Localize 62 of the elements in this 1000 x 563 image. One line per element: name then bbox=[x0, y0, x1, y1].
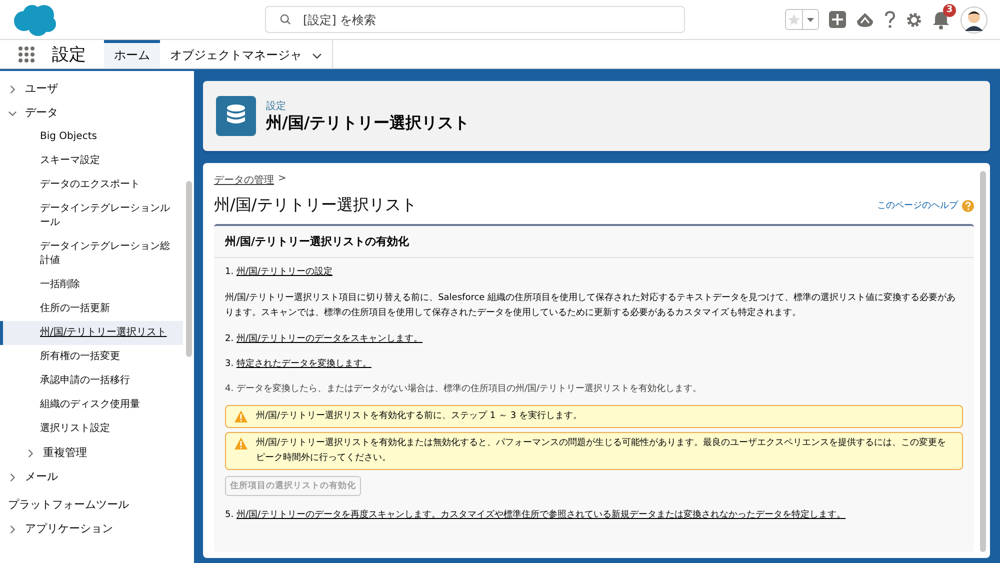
chevron-icon[interactable] bbox=[8, 108, 17, 118]
warning-icon bbox=[234, 410, 248, 423]
content-title: 州/国/テリトリー選択リスト bbox=[214, 195, 417, 216]
step-text: 5. 州/国/テリトリーのデータを再度スキャンします。カスタマイズや標準住所で参照されている新規データまたは変換されなかったデータを特定します。 bbox=[225, 509, 847, 522]
chevron-down-icon[interactable] bbox=[312, 52, 322, 60]
app-title: 設定 bbox=[52, 44, 87, 66]
chevron-icon[interactable] bbox=[8, 524, 17, 534]
section-title: 州/国/テリトリー選択リストの有効化 bbox=[214, 226, 974, 258]
sidebar-heading: プラットフォームツール bbox=[7, 497, 130, 513]
scrollbar[interactable] bbox=[186, 181, 192, 357]
step-text: 4. データを変換したら、またはデータがない場合は、標準の住所項目の州/国/テリトリー選択リストを有効化します。 bbox=[225, 383, 703, 396]
warning-icon bbox=[234, 437, 248, 450]
sidebar-item[interactable]: 州/国/テリトリー選択リスト bbox=[0, 321, 183, 345]
help-link[interactable]: このページのヘルプ bbox=[877, 199, 958, 212]
avatar[interactable] bbox=[960, 6, 988, 34]
step-text: 3. 特定されたデータを変換します。 bbox=[225, 358, 372, 371]
sidebar-item[interactable]: 重複管理 bbox=[43, 446, 87, 460]
sidebar-item[interactable]: 承認申請の一括移行 bbox=[0, 369, 183, 393]
trailhead-icon[interactable] bbox=[856, 12, 874, 28]
sidebar-item[interactable]: 選択リスト設定 bbox=[0, 417, 183, 441]
sidebar-item[interactable]: データインテグレーションルール bbox=[0, 197, 183, 235]
sidebar-item[interactable]: メール bbox=[25, 470, 58, 484]
notification-badge: 3 bbox=[943, 4, 956, 16]
scrollbar[interactable] bbox=[980, 171, 986, 552]
chevron-icon[interactable] bbox=[26, 448, 35, 458]
sidebar-item[interactable]: アプリケーション bbox=[25, 522, 113, 536]
search-field[interactable]: [設定] を検索 bbox=[265, 6, 685, 33]
add-icon[interactable] bbox=[829, 11, 846, 28]
sidebar-item[interactable]: 組織のディスク使用量 bbox=[0, 393, 183, 417]
description-text: 州/国/テリトリー選択リスト項目に切り替える前に、Salesforce 組織の住所項目を使用して保存された対応するテキストデータを見つけて、標準の選択リスト値に変換する必要があります。スキャンでは、標準の住所項目を使用して保存されたデータを使用しているために更新する必要があるカスタマイズも特定されます。 bbox=[225, 292, 957, 320]
step-text: 1. 州/国/テリトリーの設定 bbox=[225, 266, 334, 279]
help-icon[interactable] bbox=[884, 10, 896, 28]
database-icon bbox=[216, 96, 256, 136]
chevron-icon[interactable] bbox=[8, 472, 17, 482]
step-link[interactable]: 州/国/テリトリーのデータを再度スキャンします。カスタマイズや標準住所で参照されている新規データまたは変換されなかったデータを特定します。 bbox=[236, 510, 846, 520]
sidebar-item[interactable]: データのエクスポート bbox=[0, 173, 183, 197]
sidebar-item[interactable]: データインテグレーション総計値 bbox=[0, 235, 183, 273]
chevron-icon[interactable] bbox=[8, 84, 17, 94]
step-link[interactable]: 州/国/テリトリーの設定 bbox=[236, 267, 333, 277]
nav-tab[interactable]: オブジェクトマネージャ bbox=[160, 40, 332, 68]
search-input[interactable]: [設定] を検索 bbox=[301, 12, 684, 28]
sidebar-item[interactable]: 住所の一括更新 bbox=[0, 297, 183, 321]
app-launcher-icon[interactable] bbox=[18, 46, 34, 62]
search-icon bbox=[280, 14, 291, 25]
step-link[interactable]: 特定されたデータを変換します。 bbox=[236, 359, 372, 369]
nav-tab[interactable]: ホーム bbox=[104, 40, 160, 68]
step-link[interactable]: 州/国/テリトリーのデータをスキャンします。 bbox=[236, 334, 423, 344]
sidebar-item[interactable]: ユーザ bbox=[25, 82, 58, 96]
sidebar-item[interactable]: 所有権の一括変更 bbox=[0, 345, 183, 369]
breadcrumb-link[interactable]: データの管理 bbox=[214, 173, 274, 187]
sidebar-item[interactable]: 一括削除 bbox=[0, 273, 183, 297]
breadcrumb-separator: > bbox=[278, 173, 286, 186]
page-title: 州/国/テリトリー選択リスト bbox=[266, 112, 470, 134]
sidebar-item[interactable]: Big Objects bbox=[0, 125, 183, 149]
cloud-logo[interactable] bbox=[12, 2, 56, 36]
breadcrumb-link[interactable]: 設定 bbox=[266, 98, 470, 112]
warning-text: 州/国/テリトリー選択リストを有効化または無効化すると、パフォーマンスの問題が生じる可能性があります。最良のユーザエクスペリエンスを提供するには、この変更をピーク時間外に行ってください。 bbox=[256, 436, 948, 465]
sidebar-item[interactable]: データ bbox=[25, 106, 58, 120]
sidebar-item[interactable]: スキーマ設定 bbox=[0, 149, 183, 173]
settings-icon[interactable] bbox=[906, 12, 922, 28]
step-text: 2. 州/国/テリトリーのデータをスキャンします。 bbox=[225, 333, 424, 346]
warning-text: 州/国/テリトリー選択リストを有効化する前に、ステップ 1 ～ 3 を実行します。 bbox=[256, 409, 582, 423]
